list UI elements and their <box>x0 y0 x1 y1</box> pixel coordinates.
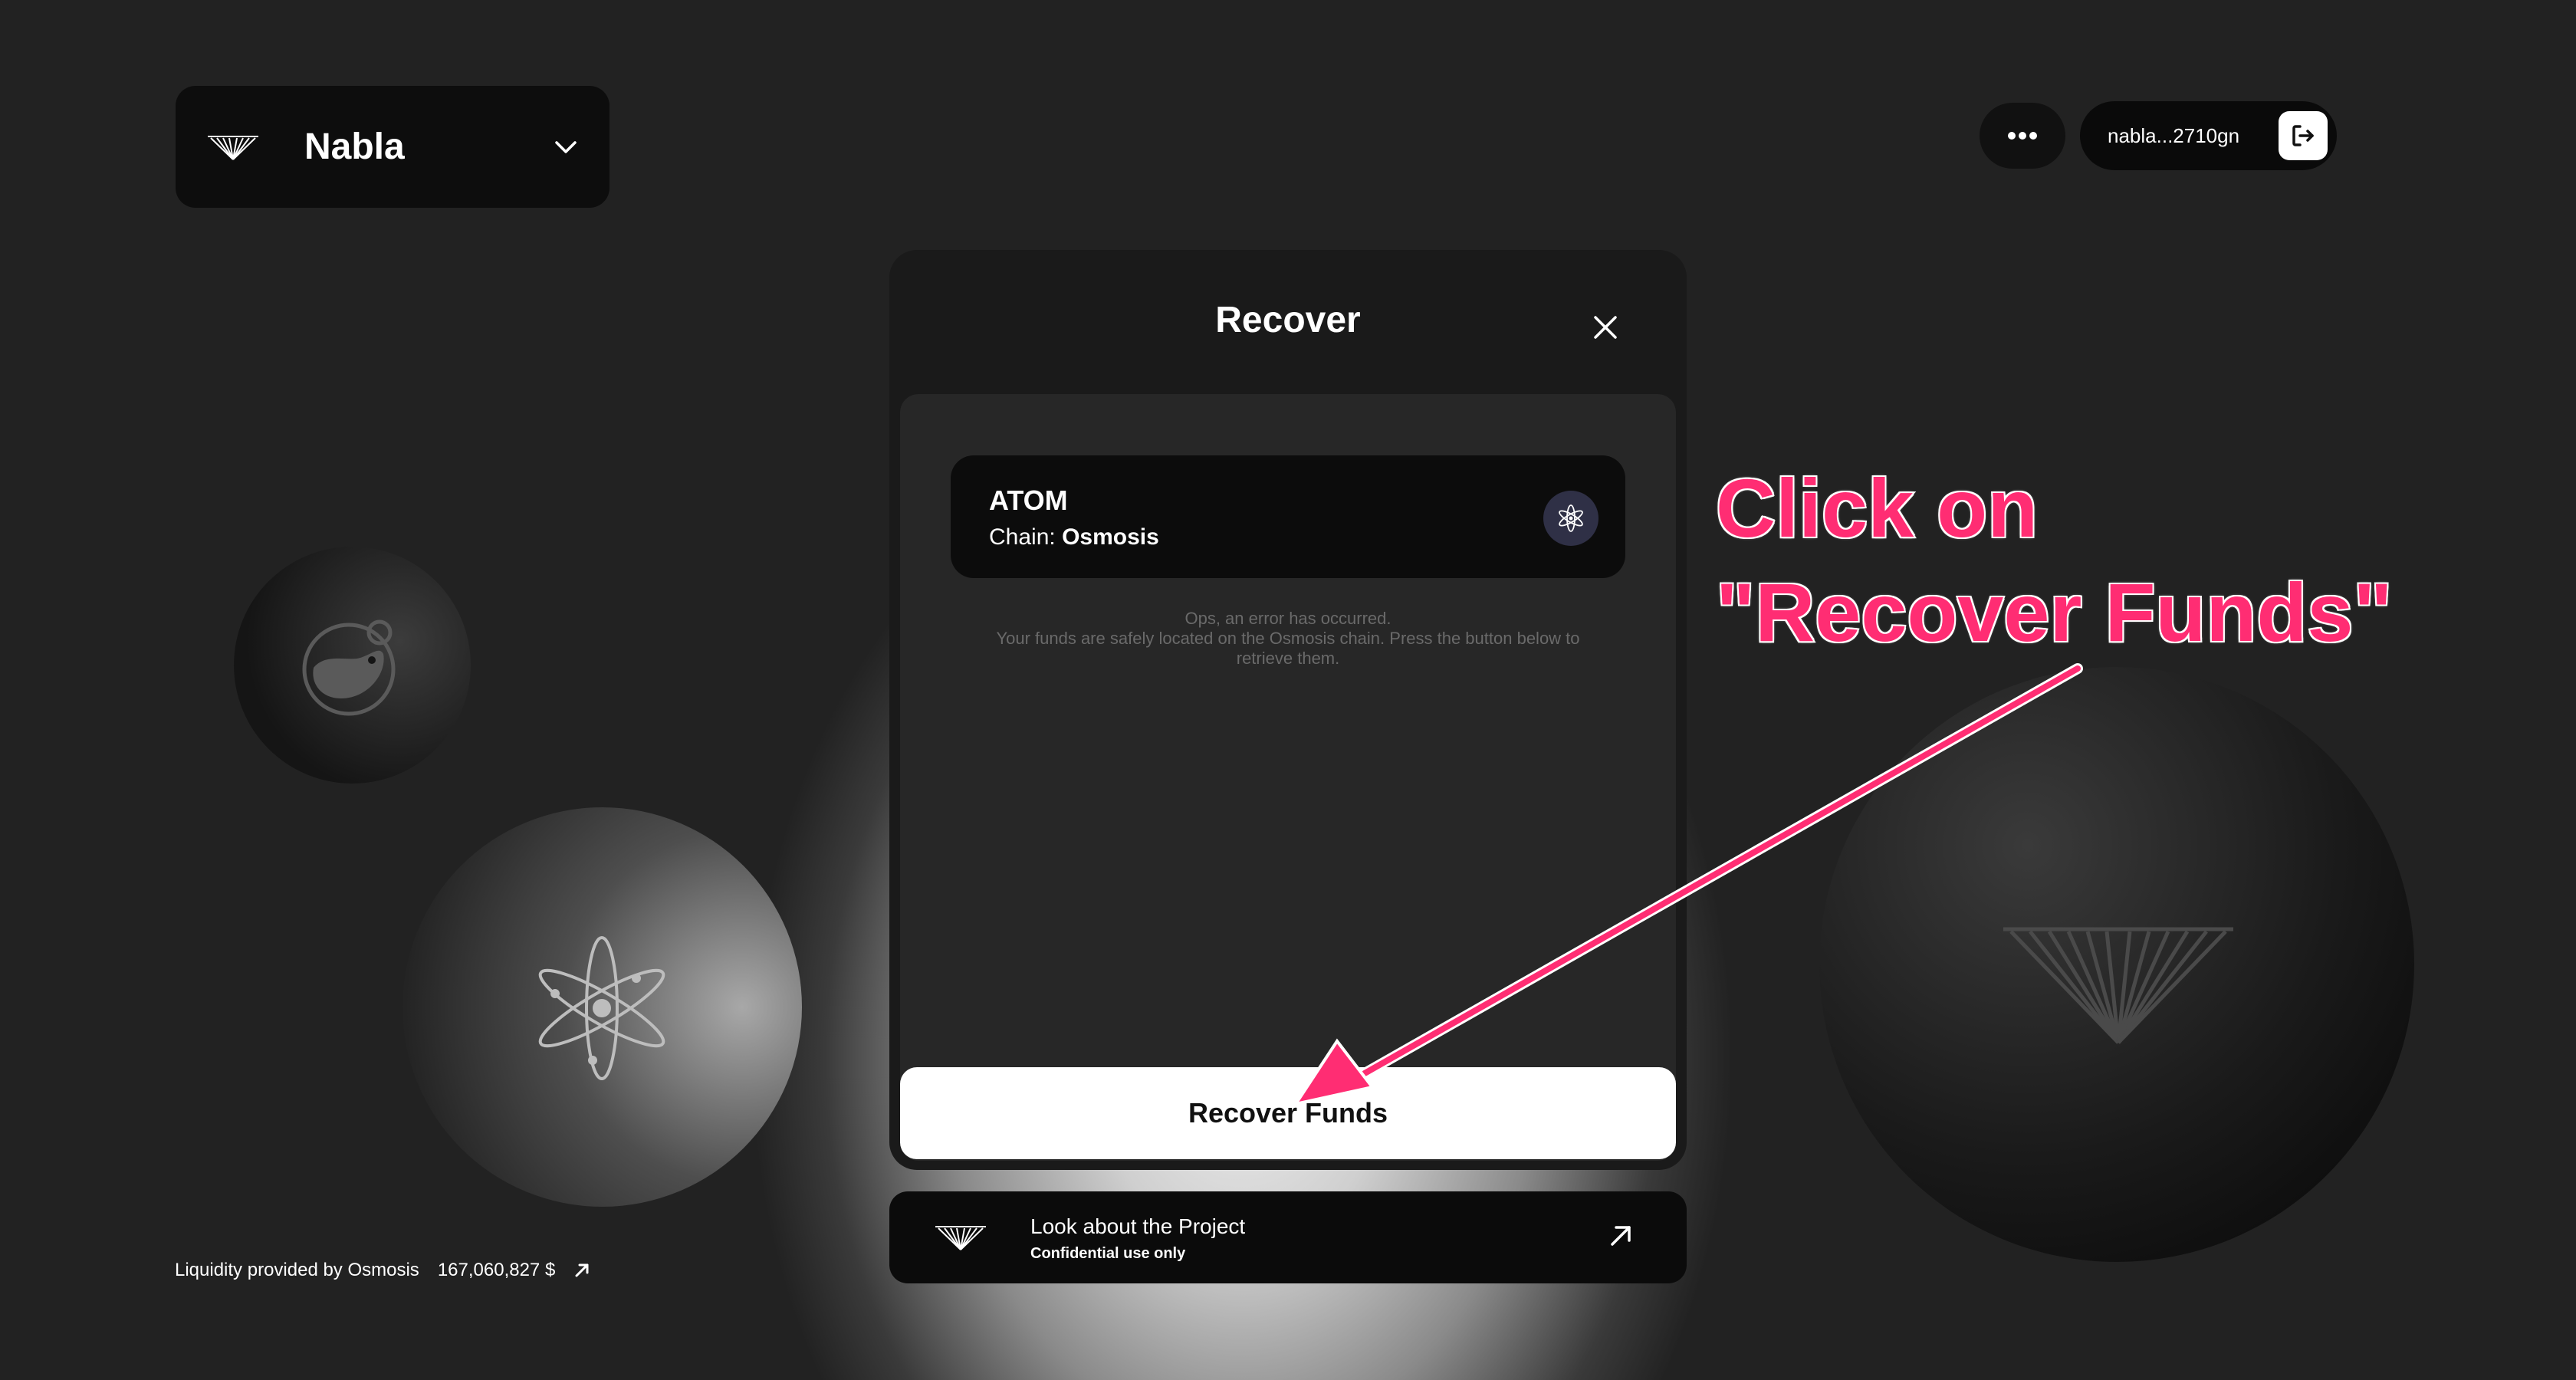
liquidity-label: Liquidity provided by Osmosis <box>175 1260 419 1280</box>
error-description: Your funds are safely located on the Osm… <box>996 629 1580 668</box>
wallet-address: nabla...2710gn <box>2108 123 2240 147</box>
nabla-logo-icon <box>2003 927 2233 1044</box>
annotation-line-2: "Recover Funds" <box>1714 564 2394 660</box>
more-options-button[interactable] <box>1980 103 2065 169</box>
liquidity-value: 167,060,827 $ <box>437 1260 556 1280</box>
asset-icon <box>1543 491 1598 546</box>
nabla-logo-icon <box>208 135 258 160</box>
modal-body: ATOM Chain: Osmosis Ops, an error has oc… <box>900 394 1676 1161</box>
project-link-bar[interactable]: Look about the Project Confidential use … <box>889 1191 1687 1283</box>
project-selector[interactable]: Nabla <box>176 86 610 208</box>
asset-card: ATOM Chain: Osmosis <box>951 455 1625 578</box>
project-link-subtitle: Confidential use only <box>1030 1245 1186 1262</box>
project-name: Nabla <box>304 127 405 167</box>
chain-name: Osmosis <box>1062 524 1159 550</box>
arrow-up-right-icon[interactable] <box>573 1262 590 1279</box>
asset-chain: Chain: Osmosis <box>989 524 1159 550</box>
wallet-pill[interactable]: nabla...2710gn <box>2080 101 2337 170</box>
chain-label: Chain: <box>989 524 1056 550</box>
cosmos-token-circle <box>402 807 802 1207</box>
osmosis-icon <box>302 619 396 716</box>
chevron-down-icon[interactable] <box>553 134 579 160</box>
project-link-title: Look about the Project <box>1030 1214 1246 1238</box>
recover-modal: Recover ATOM Chain: Osmosis Ops, an erro… <box>889 250 1687 1170</box>
recover-funds-button[interactable]: Recover Funds <box>900 1067 1676 1159</box>
error-message: Ops, an error has occurred. Your funds a… <box>992 609 1584 669</box>
close-icon[interactable] <box>1592 314 1618 340</box>
cosmos-atom-icon <box>1559 504 1583 532</box>
logout-icon <box>2292 125 2314 146</box>
nabla-token-circle <box>1819 667 2414 1262</box>
annotation-line-1: Click on <box>1714 460 2039 556</box>
asset-symbol: ATOM <box>989 485 1068 516</box>
modal-title: Recover <box>1215 300 1361 340</box>
logout-button[interactable] <box>2279 111 2328 160</box>
nabla-logo-icon <box>935 1226 986 1250</box>
liquidity-footer: Liquidity provided by Osmosis 167,060,82… <box>175 1260 590 1281</box>
arrow-up-right-icon[interactable] <box>1608 1224 1633 1248</box>
error-title: Ops, an error has occurred. <box>1184 609 1392 628</box>
osmosis-token-circle <box>234 547 471 784</box>
more-dots-icon <box>2008 132 2037 140</box>
cosmos-atom-icon <box>538 936 665 1080</box>
